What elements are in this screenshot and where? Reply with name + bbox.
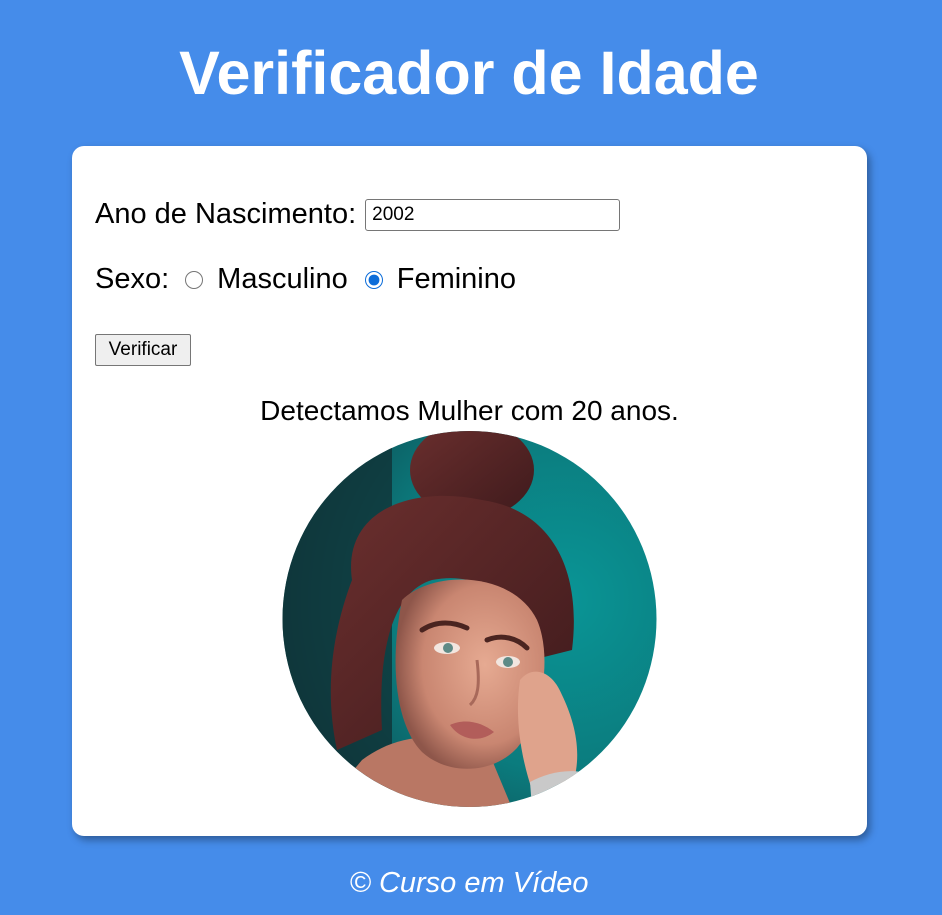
sex-row: Sexo: Masculino Feminino — [95, 263, 516, 296]
birth-year-label: Ano de Nascimento: — [95, 198, 357, 230]
verifier-card: Ano de Nascimento: Sexo: Masculino Femin… — [72, 146, 867, 836]
sex-radio-feminino[interactable] — [364, 270, 383, 289]
result-text: Detectamos Mulher com 20 anos. — [260, 395, 679, 426]
woman-photo — [282, 431, 657, 807]
sex-option-masculino-label[interactable]: Masculino — [217, 263, 348, 296]
sex-radio-masculino[interactable] — [185, 270, 204, 289]
birth-year-row: Ano de Nascimento: — [95, 198, 621, 231]
page-title: Verificador de Idade — [179, 39, 759, 107]
sex-option-feminino-label[interactable]: Feminino — [397, 263, 516, 296]
footer-copyright: © Curso em Vídeo — [349, 867, 589, 899]
verify-button[interactable]: Verificar — [95, 334, 191, 366]
birth-year-input[interactable] — [365, 198, 621, 231]
sex-label: Sexo: — [95, 263, 170, 295]
